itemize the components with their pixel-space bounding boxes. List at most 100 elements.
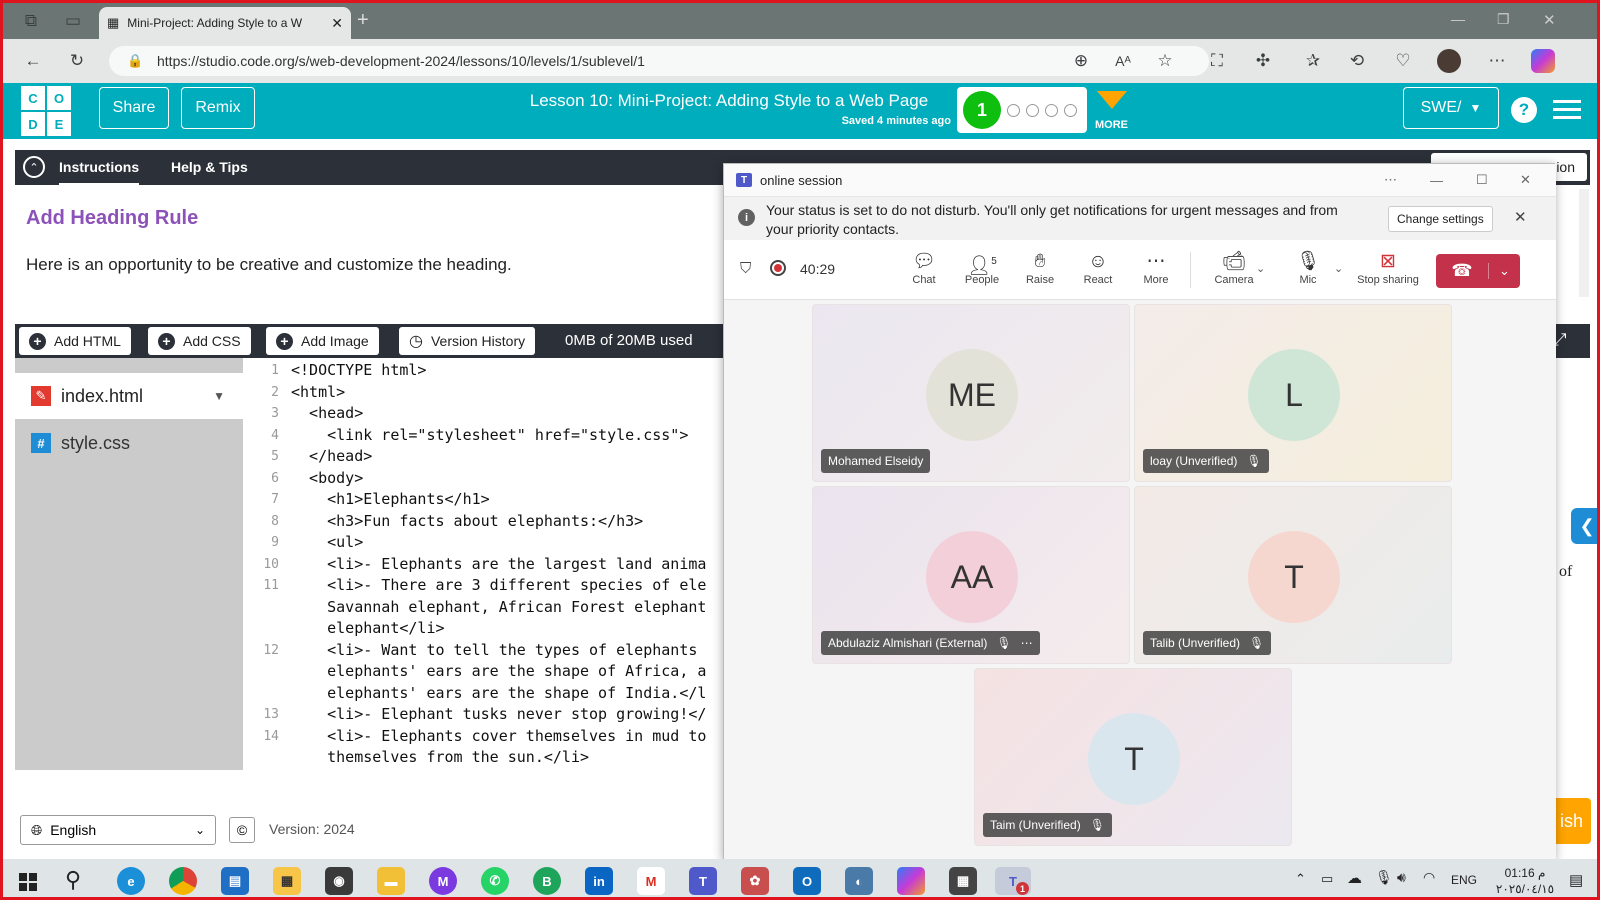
language-selector[interactable]: 🌐︎ English ⌄ <box>20 815 216 845</box>
expand-panel-icon[interactable]: ❮ <box>1571 508 1597 544</box>
qr-app-icon[interactable]: ▦ <box>949 867 977 895</box>
tab-instructions[interactable]: Instructions <box>59 159 140 186</box>
copilot-taskbar-icon[interactable] <box>897 867 925 895</box>
copyright-icon[interactable]: © <box>229 817 255 843</box>
input-language[interactable]: ENG <box>1451 873 1477 887</box>
news-app-icon[interactable]: ▤ <box>221 867 249 895</box>
camera-app-icon[interactable]: ◉ <box>325 867 353 895</box>
title-more-icon[interactable]: ⋯ <box>1384 172 1397 188</box>
volume-icon[interactable]: 🔊︎ <box>1397 869 1406 886</box>
mic-button[interactable]: 🎙︎ Mic <box>1280 250 1336 286</box>
search-icon[interactable]: ⚲ <box>65 867 81 893</box>
minimize-window-icon[interactable]: — <box>1451 11 1465 27</box>
tray-chevron-icon[interactable]: ⌃ <box>1295 871 1306 887</box>
battery-icon[interactable]: ▭ <box>1321 871 1333 887</box>
photos-app-icon[interactable]: ◐ <box>845 867 873 895</box>
back-icon[interactable]: ← <box>21 49 45 73</box>
hamburger-menu-icon[interactable] <box>1553 97 1581 124</box>
level-bubble[interactable] <box>1064 104 1077 117</box>
more-actions-button[interactable]: ⋯ More <box>1128 250 1184 286</box>
participant-tile[interactable]: ME Mohamed Elseidy <box>812 304 1130 482</box>
gmail-icon[interactable]: M <box>637 867 665 895</box>
clock[interactable]: 01:16 م ٢٠٢٥/٠٤/١٥ <box>1491 865 1559 897</box>
file-index-html[interactable]: ✎ index.html ▼ <box>15 373 243 419</box>
participant-tile[interactable]: L loay (Unverified) 🎙︎ <box>1134 304 1452 482</box>
participant-tile[interactable]: AA Abdulaziz Almishari (External) 🎙︎ ⋯ <box>812 486 1130 664</box>
extensions-icon[interactable]: ✣ <box>1251 49 1275 73</box>
shield-icon[interactable]: ⛉ <box>740 260 751 277</box>
react-button[interactable]: ☺ React <box>1070 250 1126 286</box>
profile-avatar[interactable] <box>1437 49 1461 73</box>
favorite-star-icon[interactable]: ☆ <box>1153 49 1177 73</box>
url-field[interactable]: 🔒 https://studio.code.org/s/web-developm… <box>109 46 1209 76</box>
linkedin-icon[interactable]: in <box>585 867 613 895</box>
file-dropdown-icon[interactable]: ▼ <box>213 389 225 403</box>
raise-hand-button[interactable]: ✋︎ Raise <box>1012 250 1068 286</box>
windows-start-icon[interactable] <box>19 873 37 891</box>
add-image-button[interactable]: + Add Image <box>266 327 379 355</box>
m-app-icon[interactable]: M <box>429 867 457 895</box>
banner-close-icon[interactable]: ✕ <box>1514 208 1527 226</box>
level-bubble[interactable] <box>1007 104 1020 117</box>
mic-tray-icon[interactable]: 🎙︎ <box>1375 869 1393 886</box>
outlook-icon[interactable]: O <box>793 867 821 895</box>
participant-tile[interactable]: T Talib (Unverified) 🎙︎ <box>1134 486 1452 664</box>
close-window-icon[interactable]: ✕ <box>1543 11 1556 29</box>
whatsapp-icon[interactable]: ✆ <box>481 867 509 895</box>
current-level-bubble[interactable]: 1 <box>963 91 1001 129</box>
code-editor[interactable]: 1 <!DOCTYPE html> 2 <html> 3 <head> 4 <link r… <box>243 358 723 770</box>
cloud-icon[interactable]: ☁ <box>1347 869 1362 887</box>
add-css-button[interactable]: + Add CSS <box>148 327 251 355</box>
maximize-window-icon[interactable]: ❐ <box>1497 11 1510 28</box>
history-icon[interactable]: ⟲ <box>1345 49 1369 73</box>
more-label[interactable]: MORE <box>1095 119 1128 131</box>
browser-tab[interactable]: ▦ Mini-Project: Adding Style to a W ✕ <box>99 7 351 39</box>
copilot-icon[interactable] <box>1531 49 1555 73</box>
teams-maximize-icon[interactable]: ☐ <box>1476 172 1488 188</box>
store-icon[interactable]: ▦ <box>273 867 301 895</box>
chat-button[interactable]: 💬︎ Chat <box>896 250 952 286</box>
edge-icon[interactable]: e <box>117 867 145 895</box>
browser-essentials-icon[interactable]: ♡ <box>1391 49 1415 73</box>
stop-sharing-button[interactable]: ⊠ Stop sharing <box>1348 250 1428 286</box>
collapse-instructions-icon[interactable]: ⌃ <box>23 156 45 178</box>
participant-tile[interactable]: T Taim (Unverified) 🎙︎ <box>974 668 1292 846</box>
remix-button[interactable]: Remix <box>181 87 255 129</box>
change-settings-button[interactable]: Change settings <box>1388 206 1493 232</box>
paint-icon[interactable]: ✿ <box>741 867 769 895</box>
whatsapp-business-icon[interactable]: B <box>533 867 561 895</box>
tab-actions-icon[interactable]: ▭ <box>61 9 85 33</box>
reload-icon[interactable]: ↻ <box>65 49 89 73</box>
people-button[interactable]: 👤︎5 People <box>954 250 1010 286</box>
teams-active-icon[interactable]: T1 <box>995 867 1031 895</box>
wifi-icon[interactable]: ◠ <box>1423 869 1435 886</box>
file-style-css[interactable]: # style.css <box>15 427 243 459</box>
teams-close-icon[interactable]: ✕ <box>1520 172 1531 188</box>
close-tab-icon[interactable]: ✕ <box>331 15 343 32</box>
tab-help-tips[interactable]: Help & Tips <box>171 159 248 175</box>
screen-cast-icon[interactable]: ⛶ <box>1205 49 1229 73</box>
leave-options-chevron-icon[interactable]: ⌄ <box>1488 263 1520 279</box>
level-bubble[interactable] <box>1026 104 1039 117</box>
chrome-icon[interactable] <box>169 867 197 895</box>
teams-minimize-icon[interactable]: — <box>1430 173 1443 188</box>
instructions-scrollbar[interactable] <box>1579 189 1589 297</box>
participant-more-icon[interactable]: ⋯ <box>1021 636 1033 650</box>
read-aloud-icon[interactable]: Aᴬ <box>1111 49 1135 73</box>
more-menu-icon[interactable]: ⋯ <box>1485 49 1509 73</box>
section-dropdown[interactable]: SWE/ ▼ <box>1403 87 1499 129</box>
mic-options-chevron-icon[interactable]: ⌄ <box>1334 262 1343 275</box>
add-html-button[interactable]: + Add HTML <box>19 327 131 355</box>
teams-icon[interactable]: T <box>689 867 717 895</box>
level-bubble[interactable] <box>1045 104 1058 117</box>
favorites-icon[interactable]: ✰ <box>1301 49 1325 73</box>
file-explorer-icon[interactable]: ▬ <box>377 867 405 895</box>
more-arrow-icon[interactable] <box>1097 91 1127 109</box>
camera-options-chevron-icon[interactable]: ⌄ <box>1256 262 1265 275</box>
zoom-icon[interactable]: ⊕ <box>1069 49 1093 73</box>
workspaces-icon[interactable]: ⧉ <box>19 9 43 33</box>
help-icon[interactable]: ? <box>1511 97 1537 123</box>
leave-call-button[interactable]: ☎︎ ⌄ <box>1436 254 1520 288</box>
codeorg-logo[interactable]: C O D E <box>21 86 71 136</box>
share-button[interactable]: Share <box>99 87 169 129</box>
